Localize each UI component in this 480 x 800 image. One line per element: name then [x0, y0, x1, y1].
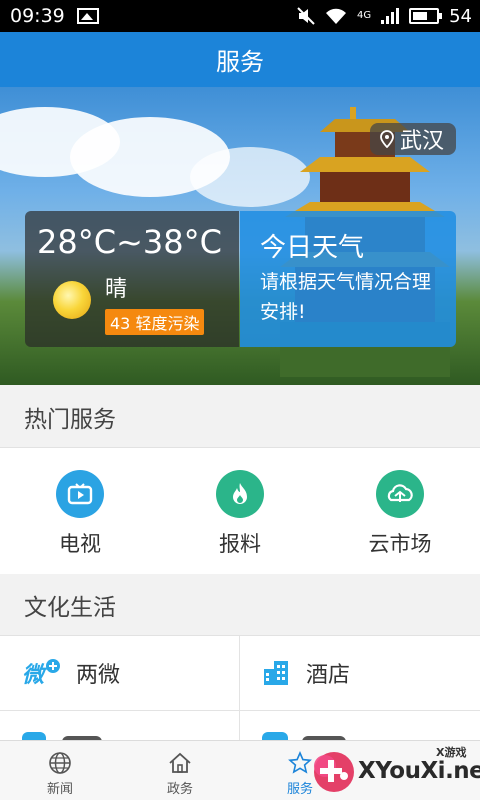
service-label: 报料: [219, 532, 261, 556]
grid-divider: [0, 710, 480, 711]
signal-icon: [381, 8, 400, 24]
nav-tab-government[interactable]: 政务: [120, 741, 240, 800]
culture-item-hotel[interactable]: 酒店: [240, 636, 480, 710]
svg-text:微: 微: [22, 663, 48, 688]
culture-item-label: 两微: [76, 663, 121, 688]
page-title: 服务: [216, 48, 264, 76]
globe-icon: [49, 752, 71, 774]
cloud-market-icon: [376, 470, 424, 518]
air-quality-badge: 43 轻度污染: [105, 309, 205, 335]
watermark: X游戏 XYouXi.net: [300, 742, 480, 800]
status-bar: 09:39 4G 54: [0, 0, 480, 32]
tip-text: 请根据天气情况合理安排!: [260, 271, 432, 323]
location-pin-icon: [380, 130, 394, 148]
location-name: 武汉: [399, 129, 444, 154]
status-time: 09:39: [10, 5, 65, 27]
nav-label: 政务: [166, 782, 193, 797]
home-icon: [169, 752, 191, 773]
sunny-icon: [53, 281, 91, 319]
watermark-brand: XYouXi.net: [358, 758, 480, 784]
mute-icon: [297, 7, 315, 25]
wifi-icon: [325, 8, 346, 24]
image-notification-icon: [76, 8, 99, 24]
section-culture-life: 文化生活: [0, 574, 480, 636]
culture-item-weibo-weixin[interactable]: 微 两微: [0, 636, 240, 710]
weather-condition: 晴: [105, 277, 128, 302]
service-cloud-market[interactable]: 云市场: [320, 448, 480, 574]
battery-level: 54: [449, 5, 472, 27]
nav-label: 新闻: [46, 782, 73, 797]
location-button[interactable]: 武汉: [369, 123, 456, 155]
watermark-logo: [314, 752, 354, 792]
section-title: 热门服务: [24, 406, 116, 433]
hotel-building-icon: [264, 661, 288, 685]
service-report[interactable]: 报料: [160, 448, 320, 574]
hot-services-grid: 电视 报料 云市场: [0, 448, 480, 574]
section-title: 文化生活: [24, 594, 116, 621]
culture-item-label: 酒店: [306, 663, 351, 688]
section-hot-services: 热门服务: [0, 386, 480, 448]
weibo-weixin-icon: 微: [22, 659, 60, 688]
weather-banner[interactable]: 武汉 28°C~38°C 晴 43 轻度污染 今日天气 请根据天气情况合理安排!: [0, 87, 480, 385]
weather-tip-card[interactable]: 今日天气 请根据天气情况合理安排!: [240, 211, 456, 347]
temperature-range: 28°C~38°C: [37, 223, 222, 261]
network-type: 4G: [356, 10, 372, 21]
title-bar: 服务: [0, 32, 480, 87]
tip-title: 今日天气: [260, 233, 365, 263]
service-label: 电视: [59, 532, 101, 556]
nav-tab-news[interactable]: 新闻: [0, 741, 120, 800]
flame-icon: [216, 470, 264, 518]
culture-life-grid: 微 两微 酒店: [0, 636, 480, 742]
service-label: 云市场: [368, 532, 432, 556]
weather-card[interactable]: 28°C~38°C 晴 43 轻度污染: [25, 211, 239, 347]
battery-icon: [409, 8, 443, 24]
tv-icon: [56, 470, 104, 518]
service-tv[interactable]: 电视: [0, 448, 160, 574]
